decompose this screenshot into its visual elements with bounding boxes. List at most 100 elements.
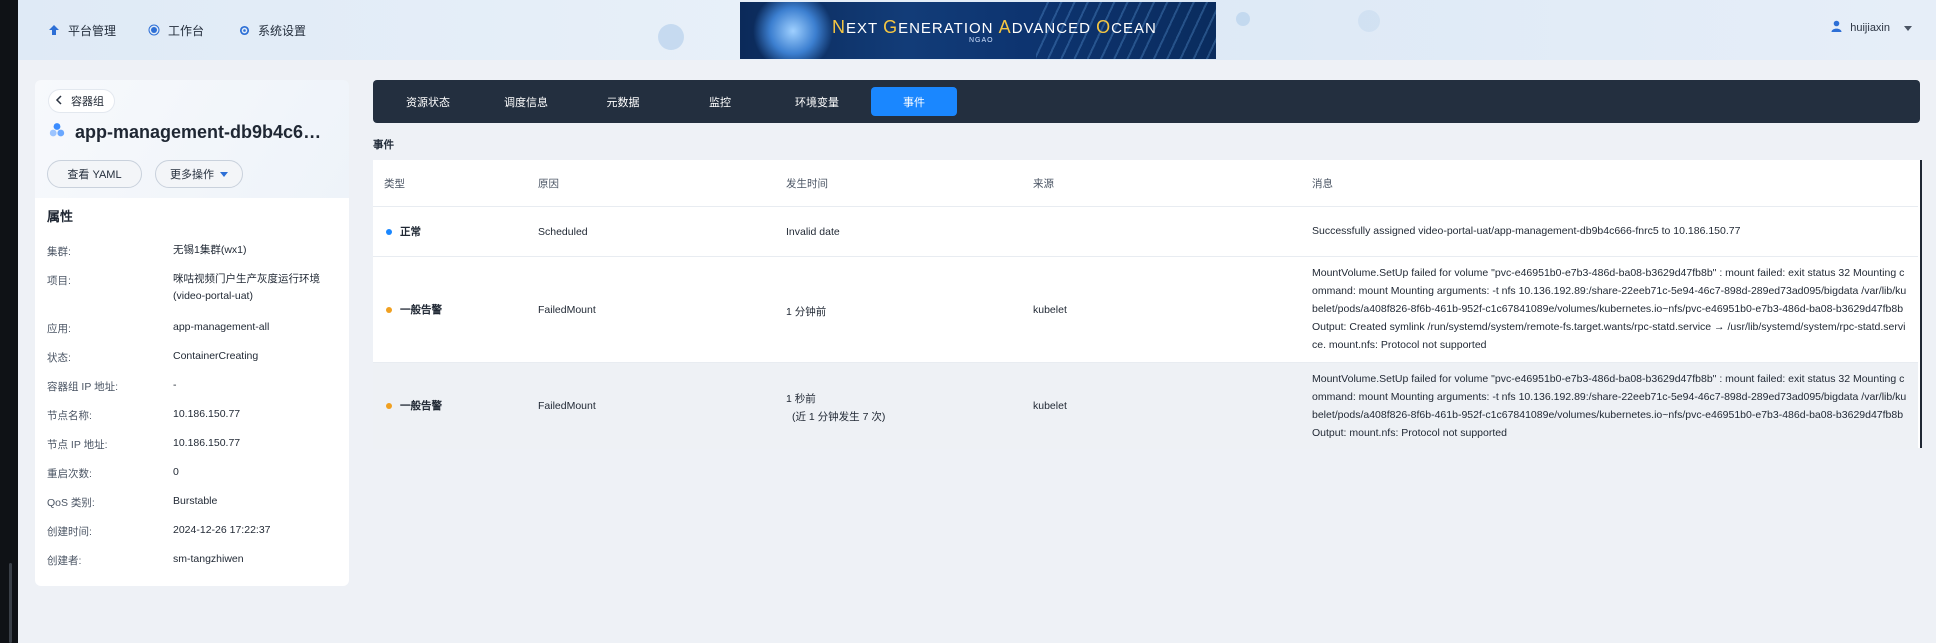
chevron-left-icon bbox=[55, 94, 63, 108]
event-reason: Scheduled bbox=[538, 226, 588, 238]
banner-title-part: EXT bbox=[846, 20, 884, 37]
event-type: 一般告警 bbox=[386, 398, 442, 413]
brand-banner: NEXT GENERATION ADVANCED OCEAN NGAO bbox=[740, 2, 1216, 59]
property-key: 应用: bbox=[47, 323, 71, 335]
status-dot-warning bbox=[386, 306, 392, 313]
property-value: sm-tangzhiwen bbox=[173, 553, 244, 565]
property-key: 容器组 IP 地址: bbox=[47, 381, 118, 393]
property-key: 节点名称: bbox=[47, 410, 92, 422]
settings-gear-icon bbox=[236, 22, 252, 38]
column-header-message: 消息 bbox=[1312, 178, 1333, 190]
event-message: Successfully assigned video-portal-uat/a… bbox=[1312, 225, 1741, 237]
event-reason: FailedMount bbox=[538, 400, 596, 412]
user-menu[interactable]: huijiaxin bbox=[1831, 20, 1912, 35]
nav-platform-label: 平台管理 bbox=[68, 23, 117, 38]
left-dark-strip bbox=[0, 0, 18, 643]
platform-icon bbox=[46, 22, 62, 38]
view-yaml-button[interactable]: 查看 YAML bbox=[47, 160, 142, 188]
event-source: kubelet bbox=[1033, 304, 1067, 316]
column-header-source: 来源 bbox=[1033, 178, 1054, 190]
column-header-time: 发生时间 bbox=[786, 178, 828, 190]
property-key: 重启次数: bbox=[47, 468, 92, 480]
event-message: MountVolume.SetUp failed for volume "pvc… bbox=[1312, 267, 1907, 351]
scrollbar-rail[interactable] bbox=[9, 563, 12, 643]
banner-title-part: G bbox=[883, 17, 899, 37]
column-header-type: 类型 bbox=[384, 178, 405, 190]
property-value: 10.186.150.77 bbox=[173, 437, 241, 449]
nav-settings[interactable]: 系统设置 bbox=[236, 18, 306, 42]
event-message: MountVolume.SetUp failed for volume "pvc… bbox=[1312, 373, 1907, 439]
decor-bubble bbox=[1236, 12, 1250, 26]
banner-title-part: CEAN bbox=[1111, 20, 1157, 37]
banner-earth-graphic bbox=[748, 2, 838, 59]
back-to-pods-button[interactable]: 容器组 bbox=[49, 90, 114, 112]
property-key: 项目: bbox=[47, 275, 71, 287]
more-actions-button[interactable]: 更多操作 bbox=[155, 160, 243, 188]
property-value: 0 bbox=[173, 466, 179, 478]
caret-down-icon bbox=[220, 168, 228, 180]
workbench-icon bbox=[146, 22, 162, 38]
tab-env-vars[interactable]: 环境变量 bbox=[774, 87, 860, 116]
nav-workbench[interactable]: 工作台 bbox=[146, 18, 204, 42]
property-key: QoS 类别: bbox=[47, 497, 95, 509]
event-type-label: 一般告警 bbox=[400, 400, 442, 412]
table-row: 一般告警 FailedMount 1 秒前 (近 1 分钟发生 7 次) kub… bbox=[373, 362, 1918, 449]
event-type-label: 一般告警 bbox=[400, 304, 442, 316]
properties-title: 属性 bbox=[47, 209, 74, 224]
pod-icon bbox=[49, 122, 65, 143]
property-value: 无锡1集群(wx1) bbox=[173, 244, 247, 256]
event-time-detail: (近 1 分钟发生 7 次) bbox=[792, 411, 886, 423]
status-dot-warning bbox=[386, 402, 392, 409]
property-key: 状态: bbox=[47, 352, 71, 364]
pod-name: app-management-db9b4c666… bbox=[75, 122, 331, 142]
banner-title-part: N bbox=[832, 17, 846, 37]
property-value: 咪咕视频门户生产灰度运行环境(video-portal-uat) bbox=[173, 273, 320, 302]
status-dot-normal bbox=[386, 228, 392, 235]
event-type-label: 正常 bbox=[400, 226, 421, 238]
decor-bubble bbox=[658, 24, 684, 50]
banner-title-part: O bbox=[1096, 17, 1112, 37]
property-value: app-management-all bbox=[173, 321, 270, 333]
property-key: 创建者: bbox=[47, 555, 82, 567]
property-value: - bbox=[173, 379, 177, 391]
events-section-label: 事件 bbox=[373, 139, 394, 151]
more-actions-label: 更多操作 bbox=[170, 169, 214, 181]
event-time: 1 分钟前 bbox=[786, 306, 827, 318]
nav-settings-label: 系统设置 bbox=[258, 23, 307, 38]
banner-title-part: A bbox=[998, 17, 1012, 37]
event-time: Invalid date bbox=[786, 226, 840, 238]
event-type: 一般告警 bbox=[386, 302, 442, 317]
table-row: 正常 Scheduled Invalid date Successfully a… bbox=[373, 206, 1918, 257]
property-value: Burstable bbox=[173, 495, 218, 507]
pod-detail-header: 容器组 app-management-db9b4c666… 查看 YAML 更多… bbox=[35, 80, 349, 198]
banner-title-part: ENERATION bbox=[898, 20, 999, 37]
banner-subtitle: NGAO bbox=[969, 37, 994, 44]
top-header: 平台管理 工作台 系统设置 NEXT GENERATION ADVANCED O… bbox=[18, 0, 1936, 60]
tab-resource-status[interactable]: 资源状态 bbox=[385, 87, 471, 116]
property-key: 节点 IP 地址: bbox=[47, 439, 108, 451]
event-reason: FailedMount bbox=[538, 304, 596, 316]
property-value: 10.186.150.77 bbox=[173, 408, 241, 420]
event-source: kubelet bbox=[1033, 400, 1067, 412]
tab-monitoring[interactable]: 监控 bbox=[677, 87, 763, 116]
chevron-down-icon bbox=[1904, 22, 1912, 34]
back-label: 容器组 bbox=[71, 96, 104, 108]
event-time: 1 秒前 bbox=[786, 393, 816, 405]
table-row: 一般告警 FailedMount 1 分钟前 kubelet MountVolu… bbox=[373, 256, 1918, 363]
property-key: 创建时间: bbox=[47, 526, 92, 538]
user-icon bbox=[1831, 20, 1842, 35]
property-value: 2024-12-26 17:22:37 bbox=[173, 524, 271, 536]
tab-metadata[interactable]: 元数据 bbox=[580, 87, 666, 116]
property-key: 集群: bbox=[47, 246, 71, 258]
tab-scheduling-info[interactable]: 调度信息 bbox=[483, 87, 569, 116]
events-table: 类型 原因 发生时间 来源 消息 正常 Scheduled Invalid da… bbox=[373, 160, 1922, 449]
user-name: huijiaxin bbox=[1850, 21, 1890, 34]
decor-bubble bbox=[1358, 10, 1380, 32]
nav-platform[interactable]: 平台管理 bbox=[46, 18, 116, 42]
property-value: ContainerCreating bbox=[173, 350, 259, 362]
tab-events[interactable]: 事件 bbox=[871, 87, 957, 116]
event-type: 正常 bbox=[386, 224, 421, 239]
properties-panel: 属性 集群: 无锡1集群(wx1) 项目: 咪咕视频门户生产灰度运行环境(video… bbox=[35, 198, 349, 586]
nav-workbench-label: 工作台 bbox=[168, 23, 205, 38]
banner-title: NEXT GENERATION ADVANCED OCEAN bbox=[832, 17, 1157, 38]
